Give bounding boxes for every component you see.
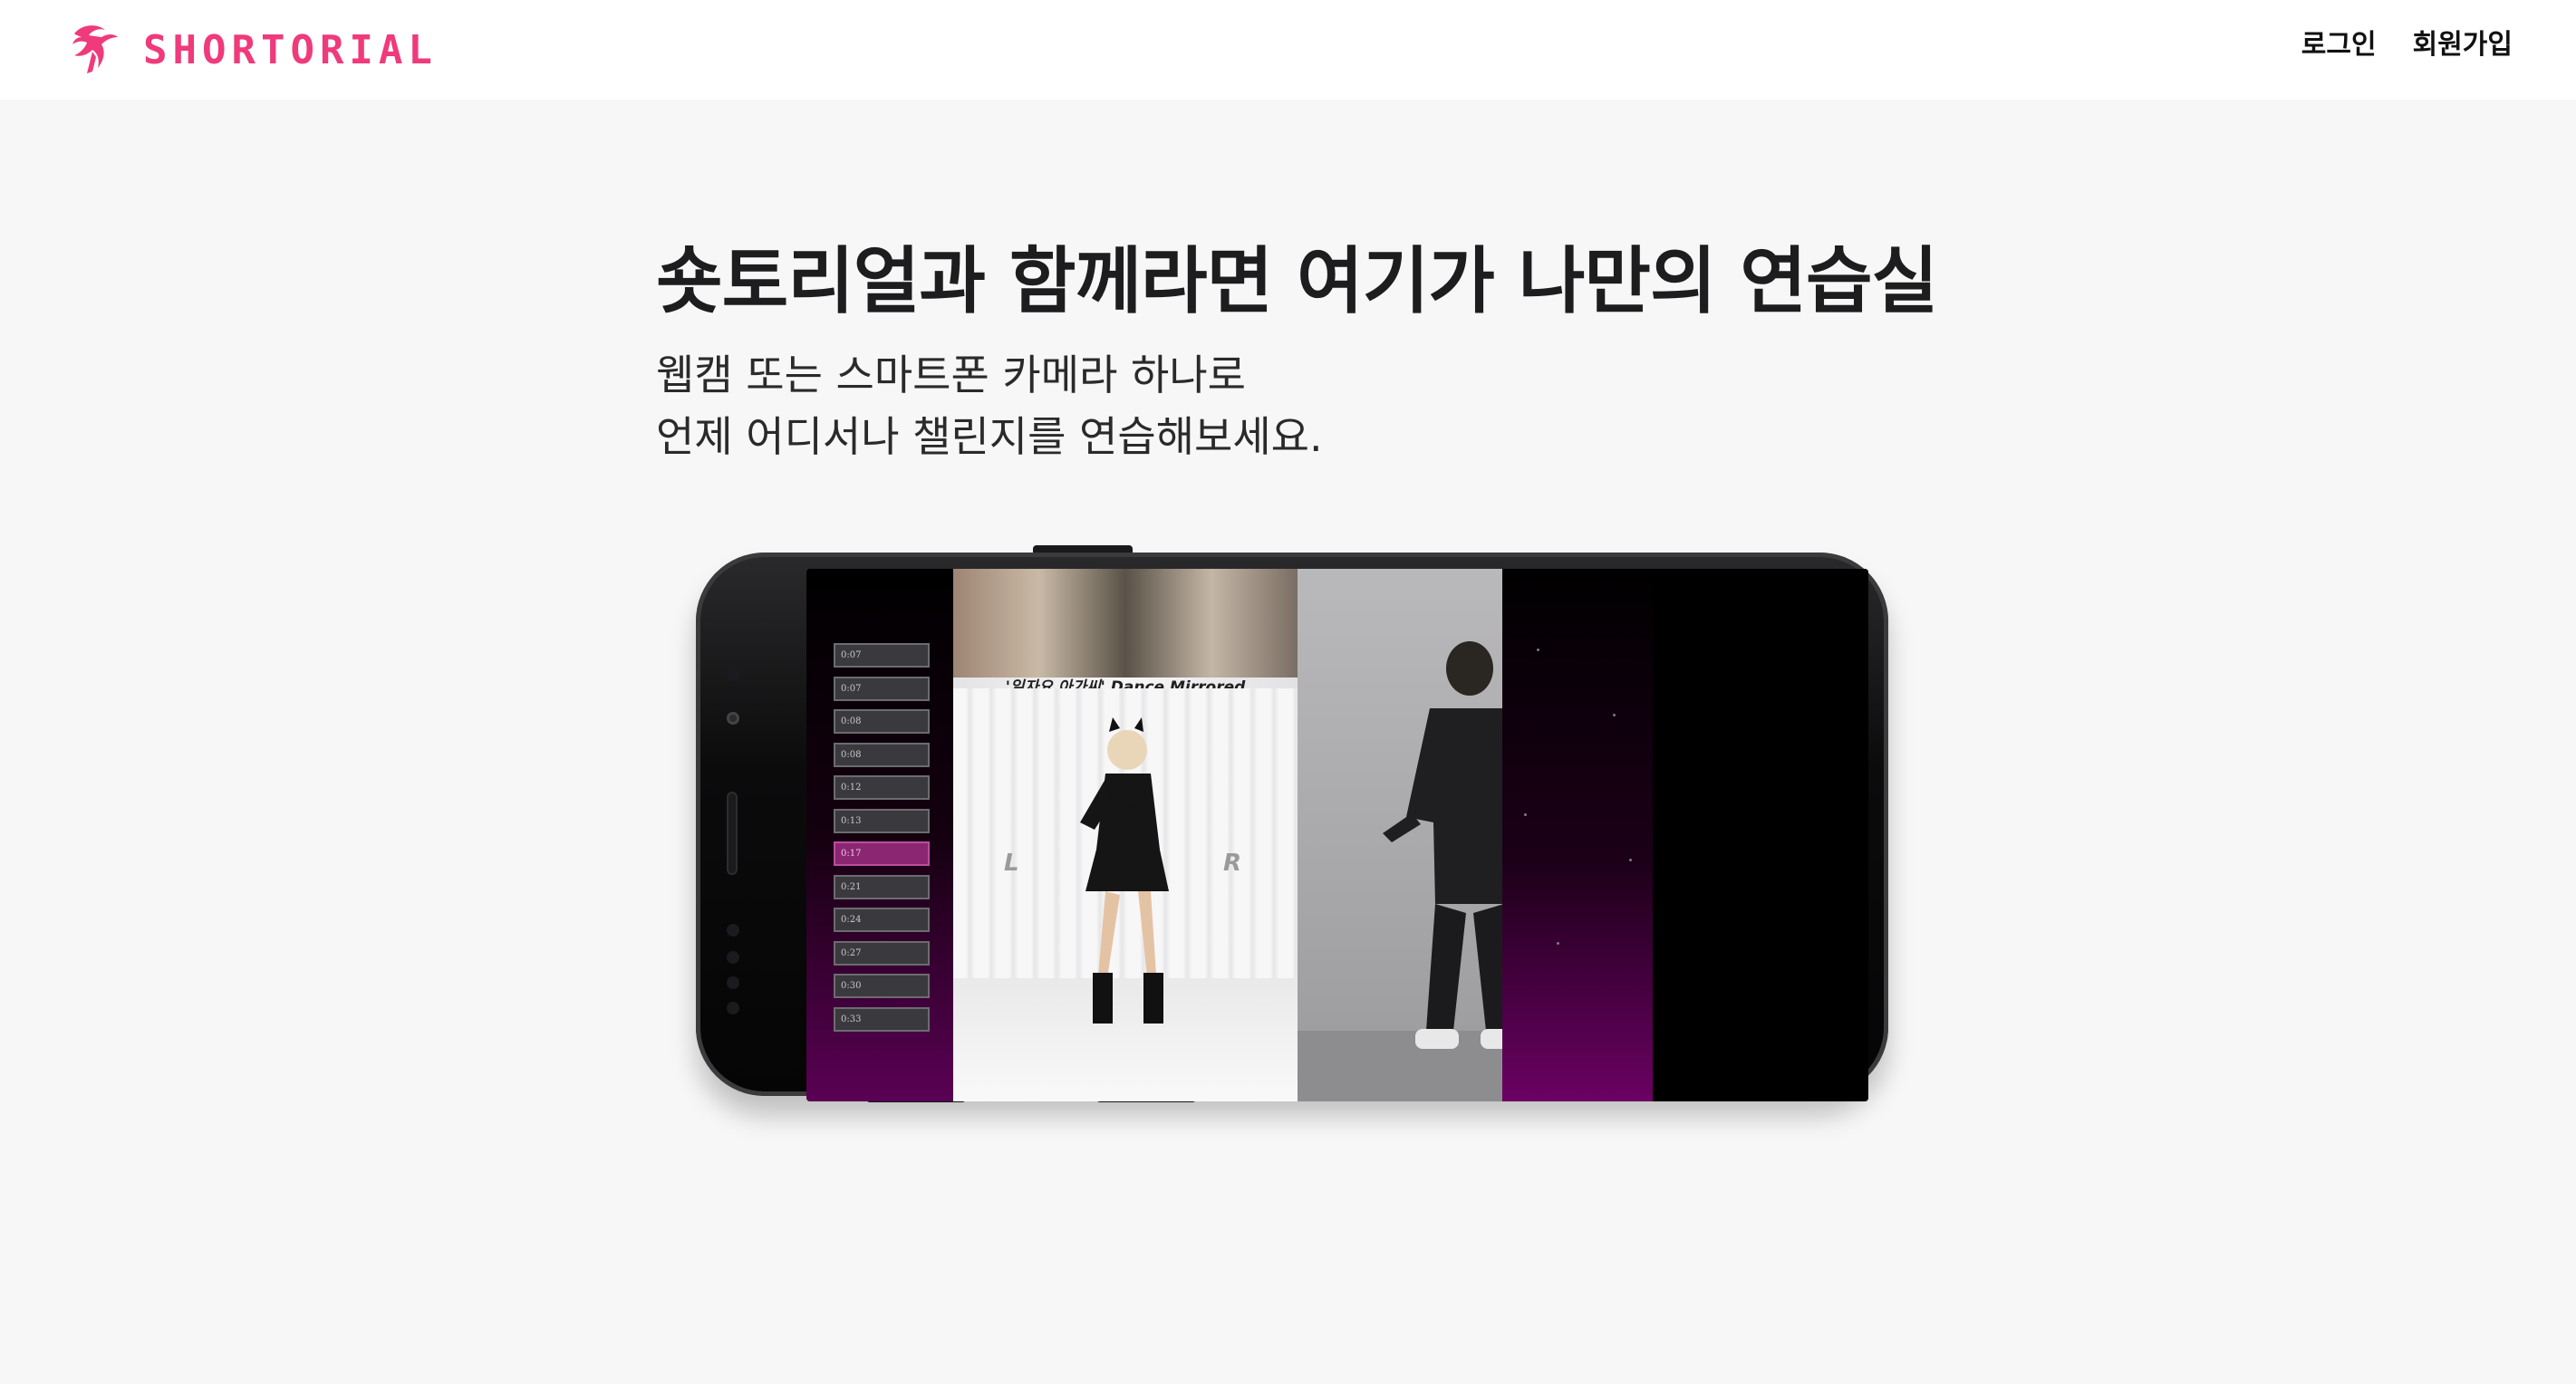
front-camera-icon — [727, 712, 739, 725]
reference-video[interactable]: '일자요 아가씨' Dance Mirrored L R — [953, 569, 1298, 1101]
timestamp-button[interactable]: 0:21 — [834, 874, 930, 899]
sparkle — [1613, 714, 1616, 716]
mirror-left-label: L — [1004, 850, 1019, 877]
phone-body: 0:07 0:07 0:08 0:08 0:12 0:13 0:17 0:21 … — [696, 553, 1888, 1101]
timestamp-button[interactable]: 0:08 — [834, 742, 930, 767]
hero-title: 숏토리얼과 함께라면 여기가 나만의 연습실 — [656, 239, 1938, 323]
timestamp-list: 0:07 0:07 0:08 0:08 0:12 0:13 0:17 0:21 … — [834, 643, 930, 1040]
hero-subtitle-line-2: 언제 어디서나 챌린지를 연습해보세요. — [656, 412, 1323, 461]
auth-links: 로그인 회원가입 — [2301, 25, 2513, 65]
logo[interactable]: SHORTORIAL — [65, 16, 438, 83]
timestamp-button[interactable]: 0:27 — [834, 940, 930, 966]
hero-subtitle-line-1: 웹캠 또는 스마트폰 카메라 하나로 — [656, 351, 1246, 399]
top-navbar: SHORTORIAL 로그인 회원가입 — [0, 0, 2576, 100]
timestamp-button[interactable]: 0:12 — [834, 775, 930, 800]
logo-text: SHORTORIAL — [143, 26, 438, 73]
timestamp-button[interactable]: 0:24 — [834, 908, 930, 932]
screen-edge — [1653, 569, 1868, 1101]
sensor-dot — [727, 1002, 739, 1014]
signup-link[interactable]: 회원가입 — [2413, 25, 2513, 65]
sparkle — [1557, 942, 1559, 945]
sparkle — [1524, 813, 1527, 816]
dancer-figure — [1080, 717, 1169, 1024]
phone-screen: 0:07 0:07 0:08 0:08 0:12 0:13 0:17 0:21 … — [806, 569, 1868, 1101]
timestamp-panel: 0:07 0:07 0:08 0:08 0:12 0:13 0:17 0:21 … — [806, 569, 953, 1101]
phone-mockup: 0:07 0:07 0:08 0:08 0:12 0:13 0:17 0:21 … — [696, 542, 1888, 1102]
mirror-right-label: R — [1223, 850, 1242, 877]
timestamp-button[interactable]: 0:07 — [834, 676, 930, 701]
sparkle — [1537, 649, 1539, 651]
phone-side-button — [1033, 545, 1133, 553]
login-link[interactable]: 로그인 — [2301, 25, 2377, 65]
sensor-dot — [727, 924, 739, 937]
sensor-dot — [727, 976, 739, 989]
sparkle — [1629, 859, 1632, 861]
timestamp-button[interactable]: 0:30 — [834, 974, 930, 998]
dancer-logo-icon — [72, 25, 118, 73]
right-gradient-panel — [1502, 569, 1653, 1101]
timestamp-button-active[interactable]: 0:17 — [834, 841, 930, 866]
timestamp-button[interactable]: 0:33 — [834, 1006, 930, 1032]
sensor-dot — [727, 668, 739, 681]
sensor-dot — [727, 951, 739, 964]
timestamp-button[interactable]: 0:08 — [834, 709, 930, 734]
video-thumbnail — [953, 569, 1298, 678]
timestamp-button[interactable]: 0:13 — [834, 808, 930, 833]
hero-subtitle: 웹캠 또는 스마트폰 카메라 하나로 언제 어디서나 챌린지를 연습해보세요. — [656, 344, 1323, 467]
timestamp-button[interactable]: 0:07 — [834, 643, 930, 668]
speaker-slit — [727, 792, 738, 875]
